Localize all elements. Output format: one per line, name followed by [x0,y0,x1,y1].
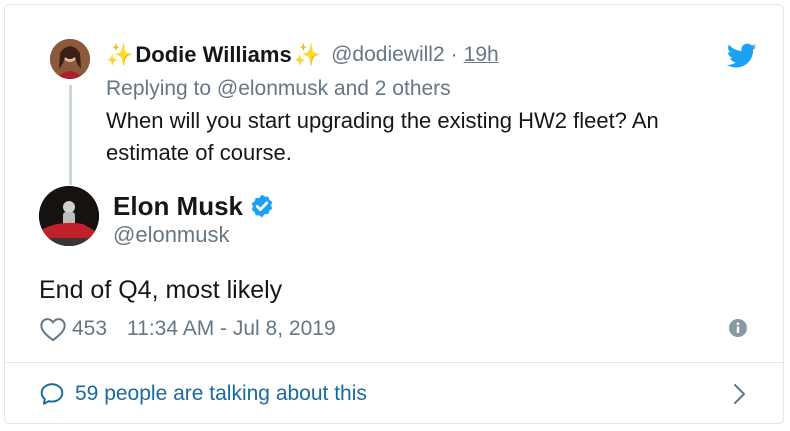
parent-tweet-text: When will you start upgrading the existi… [106,108,659,165]
separator-dot: · [450,43,458,66]
twitter-bird-icon[interactable] [727,43,757,69]
replying-to-label: Replying to @elonmusk and 2 others [106,77,451,100]
talking-about-link[interactable]: 59 people are talking about this [75,382,367,406]
embedded-tweet-card: ✨ Dodie Williams ✨ @dodiewill2 · 19h Rep… [4,4,784,424]
conversation-footer[interactable]: 59 people are talking about this [39,379,367,409]
thread-line [69,85,72,185]
tweet-meta-row: 453 11:34 AM - Jul 8, 2019 [39,314,336,344]
main-tweet-text: End of Q4, most likely [39,276,283,304]
parent-author-handle[interactable]: @dodiewill2 [331,43,445,67]
avatar-dodie[interactable] [50,39,90,79]
avatar-elon[interactable] [39,186,99,246]
heart-icon[interactable] [39,316,67,342]
sparkle-left: ✨ [106,42,134,67]
divider [5,362,783,363]
chevron-right-icon[interactable] [729,381,749,407]
info-icon[interactable] [728,318,748,338]
parent-author-name[interactable]: Dodie Williams [135,42,291,68]
parent-tweet-header: ✨ Dodie Williams ✨ @dodiewill2 · 19h [106,41,499,69]
parent-tweet-time[interactable]: 19h [464,43,499,67]
tweet-timestamp[interactable]: 11:34 AM - Jul 8, 2019 [127,317,336,341]
speech-bubble-icon [40,383,64,405]
main-author-handle[interactable]: @elonmusk [113,222,230,248]
main-author-row: Elon Musk [113,189,275,223]
main-author-name[interactable]: Elon Musk [113,191,243,222]
sparkle-right: ✨ [293,42,322,67]
like-count[interactable]: 453 [72,317,107,341]
verified-badge-icon [251,194,273,218]
